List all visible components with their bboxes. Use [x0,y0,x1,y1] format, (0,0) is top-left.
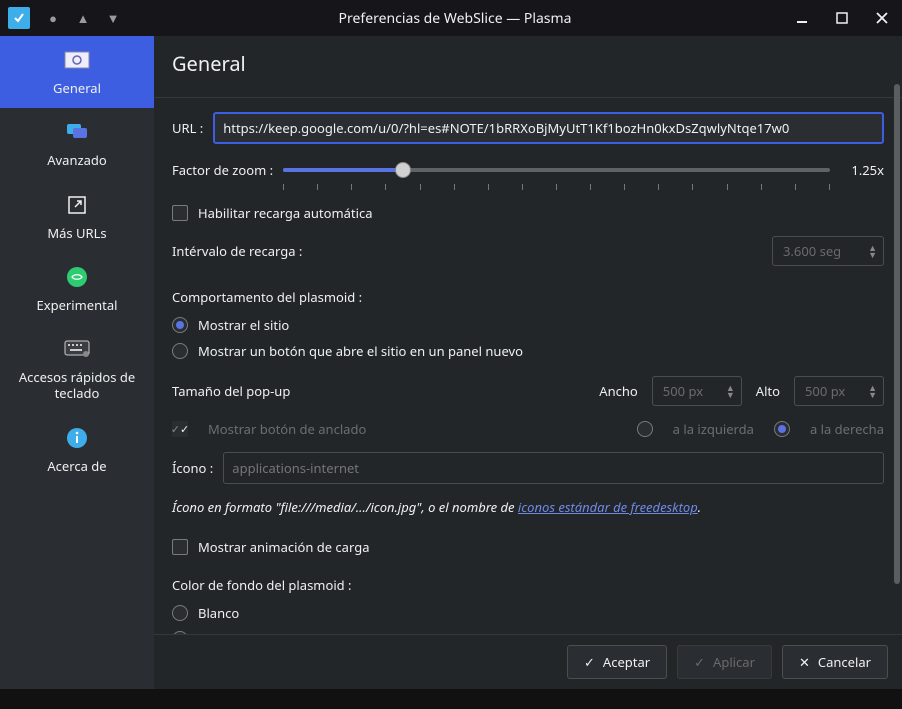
popup-size-label: Tamaño del pop-up [172,382,290,400]
sidebar-item-label: Experimental [36,297,117,313]
cancel-button[interactable]: ✕ Cancelar [782,645,888,679]
chevron-down-icon[interactable]: ▼ [868,391,877,398]
popup-height-value: 500 px [805,382,845,400]
anchor-label: Mostrar botón de anclado [208,420,366,438]
close-button[interactable] [870,6,894,30]
scrollbar[interactable] [894,84,900,604]
popup-height-spinner[interactable]: 500 px ▲▼ [794,376,884,406]
maximize-button[interactable] [830,6,854,30]
zoom-value: 1.25x [840,161,884,179]
anchor-checkbox[interactable]: ✓ [172,421,188,437]
sidebar-item-advanced[interactable]: Avanzado [0,108,154,180]
chevron-down-icon[interactable]: ▼ [726,391,735,398]
behavior-opt1-label: Mostrar el sitio [198,316,289,334]
window-title: Preferencias de WebSlice — Plasma [120,9,790,28]
show-loading-checkbox[interactable] [172,539,188,555]
settings-icon [63,46,91,74]
sidebar-item-label: Avanzado [47,152,107,168]
show-loading-label: Mostrar animación de carga [198,538,370,556]
zoom-label: Factor de zoom : [172,161,273,179]
ok-button[interactable]: ✓ Aceptar [567,645,667,679]
sidebar-item-more-urls[interactable]: Más URLs [0,181,154,253]
reload-interval-value: 3.600 seg [783,242,841,260]
bg-color-label: Color de fondo del plasmoid : [172,576,884,594]
titlebar-up-icon[interactable]: ▲ [76,11,90,25]
icon-hint: Ícono en formato "file:///media/.../icon… [172,498,884,516]
check-icon: ✓ [584,653,595,671]
behavior-label: Comportamento del plasmoid : [172,288,884,306]
anchor-right-radio[interactable] [774,421,790,437]
keyboard-icon [63,335,91,363]
url-input[interactable] [213,112,884,144]
external-link-icon [63,191,91,219]
close-icon: ✕ [799,653,810,671]
behavior-radio-site[interactable] [172,317,188,333]
icon-label: Ícono : [172,459,213,477]
check-icon: ✓ [694,653,705,671]
zoom-slider[interactable] [283,158,830,182]
reload-interval-spinner: 3.600 seg ▲▼ [772,236,884,266]
sidebar-item-experimental[interactable]: Experimental [0,253,154,325]
flask-icon [63,263,91,291]
auto-reload-checkbox[interactable] [172,205,188,221]
form-scroll[interactable]: URL : Factor de zoom : [154,98,902,634]
sidebar-item-label: General [53,80,101,96]
apply-button: ✓ Aplicar [677,645,772,679]
titlebar-down-icon[interactable]: ▼ [106,11,120,25]
auto-reload-label: Habilitar recarga automática [198,204,373,222]
reload-interval-label: Intérvalo de recarga : [172,242,302,260]
sidebar-item-general[interactable]: General [0,36,154,108]
sidebar-item-label: Accesos rápidos de teclado [6,369,148,402]
icon-input[interactable] [223,452,884,484]
sidebar-item-label: Más URLs [47,225,106,241]
freedesktop-icons-link[interactable]: iconos estándar de freedesktop [518,498,698,516]
minimize-button[interactable] [790,6,814,30]
behavior-opt2-label: Mostrar un botón que abre el sitio en un… [198,342,523,360]
height-label: Alto [756,382,780,400]
url-label: URL : [172,119,203,137]
dialog-button-bar: ✓ Aceptar ✓ Aplicar ✕ Cancelar [154,634,902,689]
page-title: General [154,36,902,98]
titlebar-dot-icon[interactable]: ● [46,11,60,25]
bg-white-label: Blanco [198,604,239,622]
anchor-left-label: a la izquierda [673,420,754,438]
bg-white-radio[interactable] [172,605,188,621]
sidebar: General Avanzado Más URLs Experimental A… [0,36,154,689]
popup-width-value: 500 px [663,382,703,400]
chevron-down-icon: ▼ [868,251,877,258]
sidebar-item-about[interactable]: Acerca de [0,414,154,486]
main-panel: General URL : Factor de zoom : [154,36,902,689]
sidebar-item-shortcuts[interactable]: Accesos rápidos de teclado [0,325,154,414]
popup-width-spinner[interactable]: 500 px ▲▼ [652,376,742,406]
anchor-right-label: a la derecha [810,420,884,438]
sidebar-item-label: Acerca de [47,458,106,474]
behavior-radio-button[interactable] [172,343,188,359]
width-label: Ancho [599,382,637,400]
titlebar: ● ▲ ▼ Preferencias de WebSlice — Plasma [0,0,902,36]
chat-icon [63,118,91,146]
anchor-left-radio[interactable] [637,421,653,437]
info-icon [63,424,91,452]
app-icon [8,7,30,29]
